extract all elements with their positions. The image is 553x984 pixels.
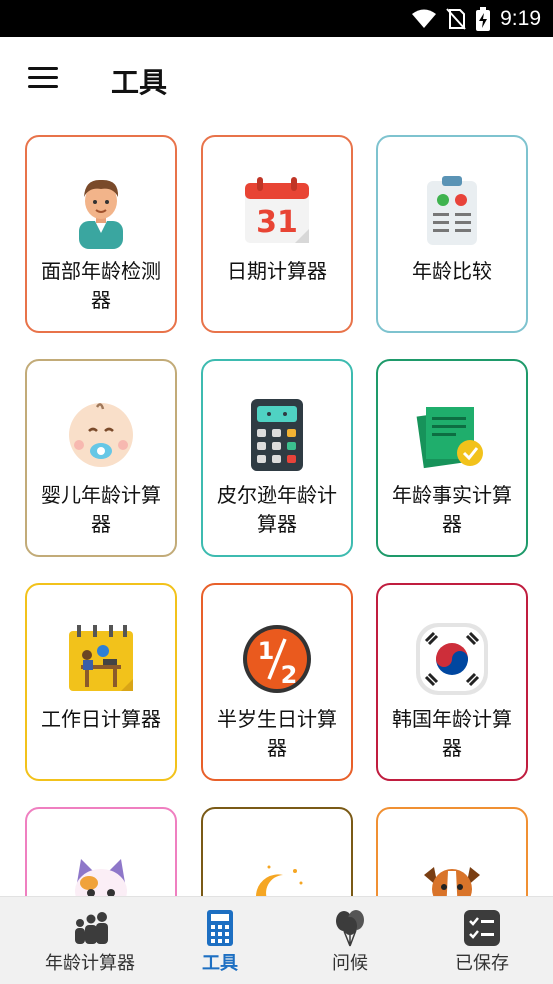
cat-icon [75, 859, 127, 896]
menu-button[interactable] [28, 67, 58, 89]
tools-grid: 面部年龄检测器 31 日期计算器 年龄比较 婴儿年龄计算器 皮尔逊年龄计算器 年… [0, 123, 553, 896]
nav-tab-greetings[interactable]: 问候 [281, 897, 419, 984]
tool-card-dog[interactable] [376, 807, 528, 896]
status-bar: 9:19 [0, 0, 553, 37]
svg-text:2: 2 [281, 661, 298, 689]
tool-card-baby-age[interactable]: 婴儿年龄计算器 [25, 359, 177, 557]
family-icon [75, 912, 108, 944]
korea-flag-icon [416, 623, 488, 695]
tool-card-label: 面部年龄检测器 [41, 259, 161, 312]
page-title: 工具 [111, 66, 168, 99]
nav-label: 年龄计算器 [45, 953, 135, 974]
tool-card-pearson-age[interactable]: 皮尔逊年龄计算器 [201, 359, 353, 557]
nav-label: 已保存 [455, 953, 509, 974]
status-time: 9:19 [500, 6, 541, 30]
certificate-icon [416, 407, 483, 469]
tool-card-face-age[interactable]: 面部年龄检测器 [25, 135, 177, 333]
bottom-navigation: 年龄计算器 工具 问候 已保存 [0, 896, 553, 984]
nav-tab-saved[interactable]: 已保存 [413, 897, 551, 984]
nav-tab-tools[interactable]: 工具 [151, 897, 289, 984]
half-fraction-icon: 1 2 [243, 625, 311, 693]
no-sim-icon [446, 7, 466, 30]
tool-card-korean-age[interactable]: 韩国年龄计算器 [376, 583, 528, 781]
clipboard-compare-icon [427, 176, 477, 245]
calculator-icon [251, 399, 303, 471]
tool-card-age-facts[interactable]: 年龄事实计算器 [376, 359, 528, 557]
tool-card-workday[interactable]: 工作日计算器 [25, 583, 177, 781]
tool-card-label: 婴儿年龄计算器 [41, 483, 161, 536]
app-bar: 工具 [0, 37, 553, 123]
svg-text:1: 1 [258, 637, 275, 665]
nav-tab-age-calculator[interactable]: 年龄计算器 [21, 897, 159, 984]
tool-card-cat[interactable] [25, 807, 177, 896]
tool-card-date-calculator[interactable]: 31 日期计算器 [201, 135, 353, 333]
tool-card-label: 年龄事实计算器 [392, 483, 512, 536]
tool-card-age-comparison[interactable]: 年龄比较 [376, 135, 528, 333]
checklist-icon [464, 910, 500, 946]
calculator-icon [207, 910, 233, 946]
tool-card-label: 皮尔逊年龄计算器 [217, 483, 337, 536]
tool-card-label: 韩国年龄计算器 [392, 707, 512, 760]
tool-card-label: 半岁生日计算器 [217, 707, 337, 760]
wifi-icon [412, 9, 437, 28]
nav-label: 工具 [202, 953, 238, 974]
face-boy-icon [79, 179, 123, 249]
tool-card-half-birthday[interactable]: 1 2 半岁生日计算器 [201, 583, 353, 781]
calendar-31-icon: 31 [245, 177, 309, 243]
svg-text:31: 31 [256, 205, 298, 240]
moon-icon [256, 865, 303, 896]
tool-card-label: 工作日计算器 [41, 707, 161, 731]
tool-card-label: 日期计算器 [227, 259, 327, 283]
balloons-icon [336, 910, 364, 947]
workday-calendar-icon [69, 625, 133, 691]
baby-face-icon [69, 403, 133, 467]
nav-label: 问候 [332, 953, 368, 974]
battery-charging-icon [476, 6, 491, 31]
tool-card-moon[interactable] [201, 807, 353, 896]
tool-card-label: 年龄比较 [412, 259, 492, 283]
dog-icon [424, 867, 480, 896]
